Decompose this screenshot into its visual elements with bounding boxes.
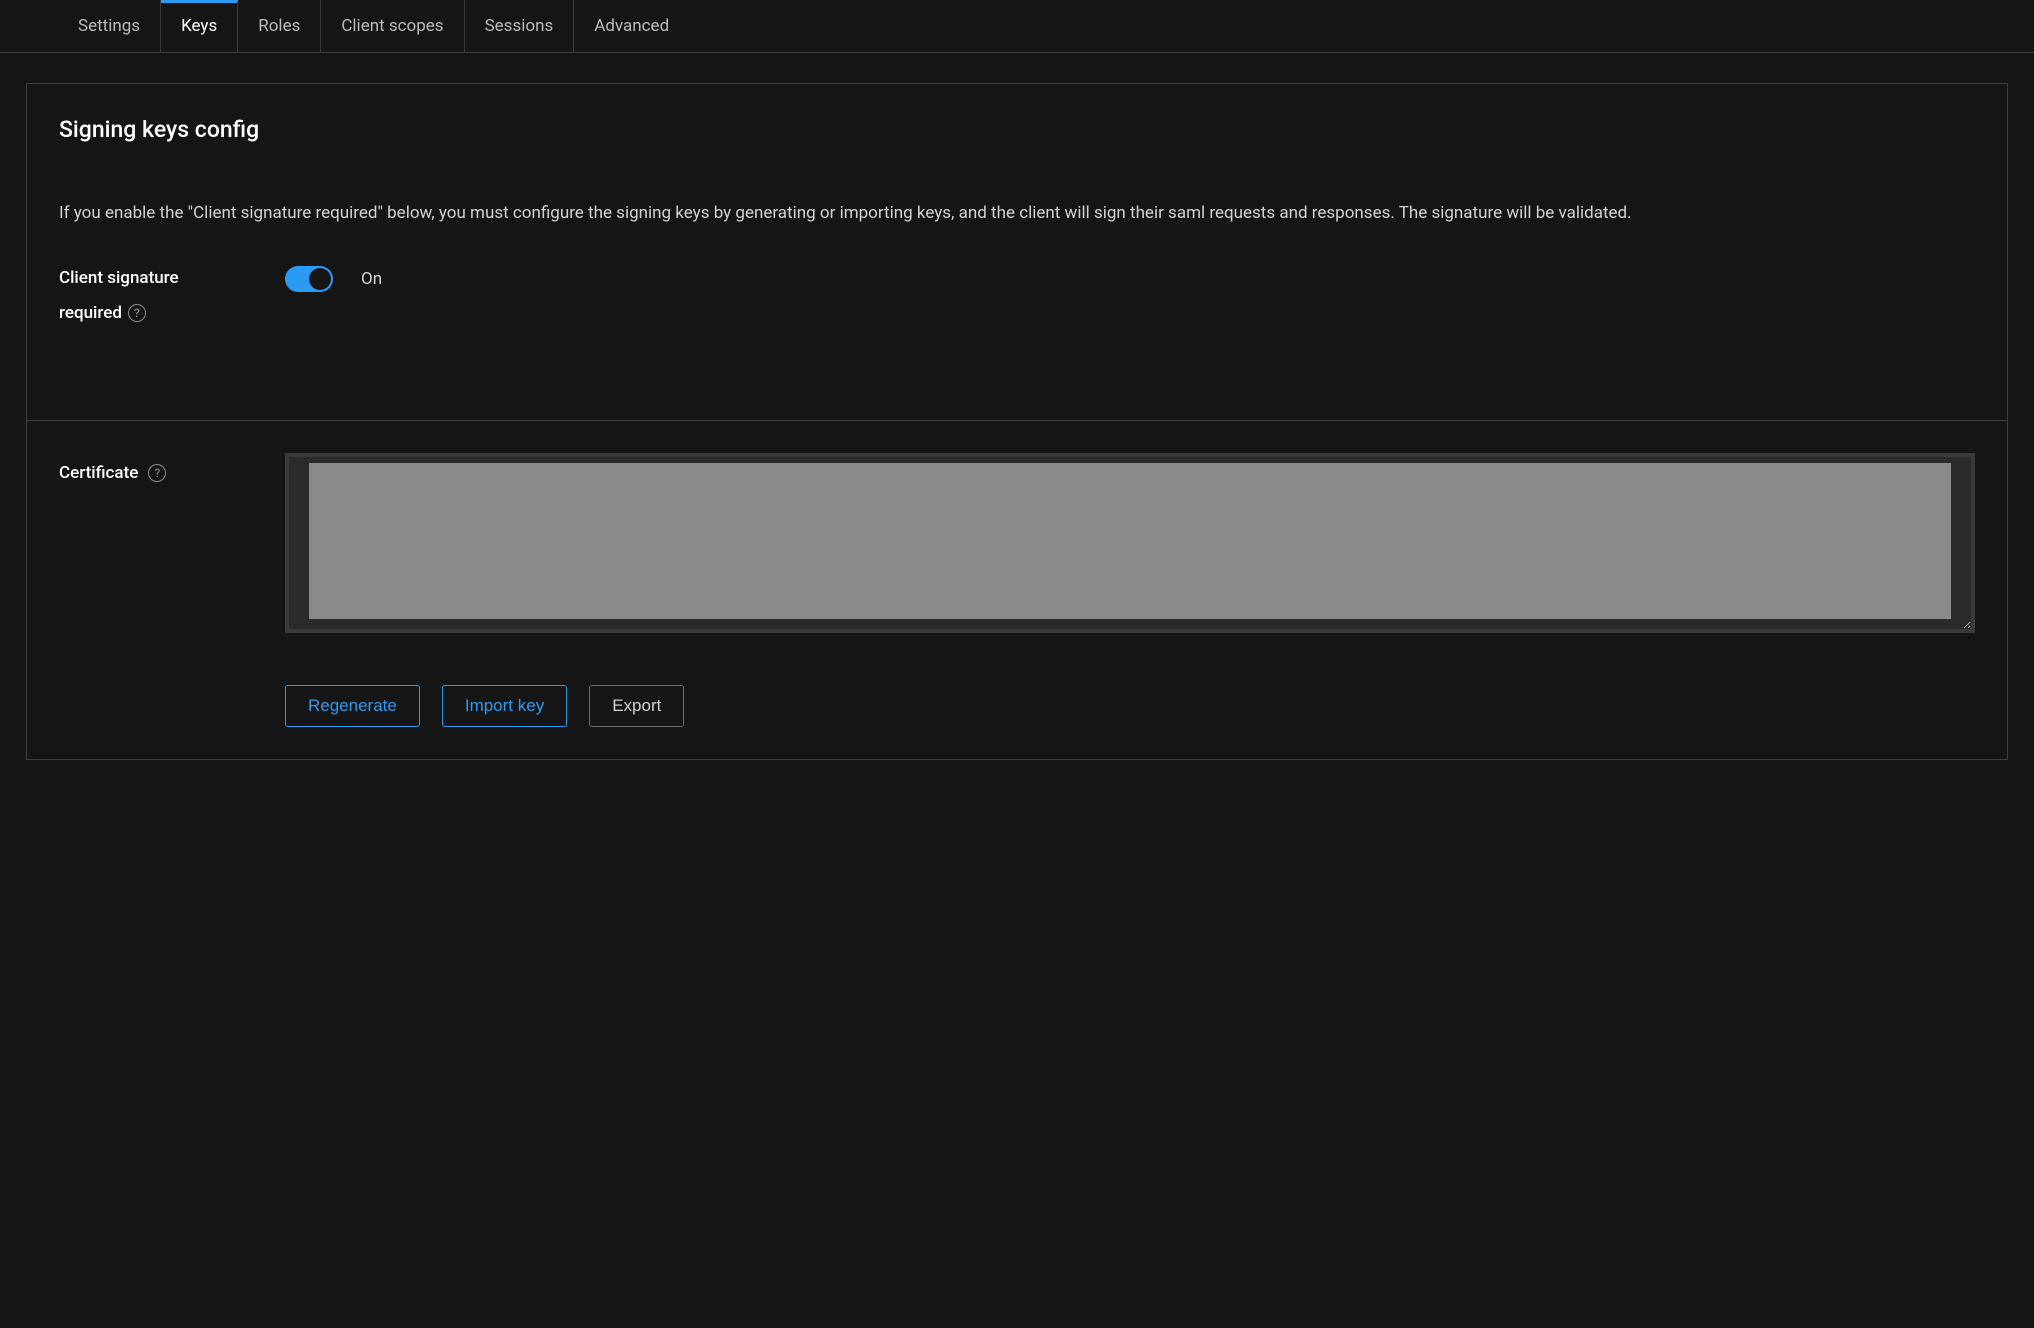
tabs-list: Settings Keys Roles Client scopes Sessio…: [0, 0, 2034, 53]
certificate-textarea[interactable]: [285, 453, 1975, 633]
client-signature-label-line2: required: [59, 299, 122, 328]
content-wrapper: Signing keys config If you enable the "C…: [26, 83, 2008, 760]
certificate-section: Certificate ? Regenerate Import key Expo…: [27, 421, 2007, 759]
help-icon[interactable]: ?: [148, 464, 166, 482]
client-signature-label-line1: Client signature: [59, 264, 249, 293]
certificate-textarea-wrapper: [285, 453, 1975, 637]
tab-advanced[interactable]: Advanced: [574, 0, 689, 52]
certificate-label: Certificate: [59, 463, 138, 483]
toggle-knob: [309, 268, 331, 290]
certificate-label-wrapper: Certificate ?: [59, 453, 249, 483]
client-signature-toggle[interactable]: [285, 266, 333, 292]
tab-settings[interactable]: Settings: [58, 0, 161, 52]
export-button[interactable]: Export: [589, 685, 684, 727]
client-signature-label: Client signature required ?: [59, 264, 249, 328]
signing-keys-section: Signing keys config If you enable the "C…: [26, 83, 2008, 760]
signing-keys-title: Signing keys config: [59, 116, 1975, 143]
import-key-button[interactable]: Import key: [442, 685, 567, 727]
certificate-row: Certificate ?: [59, 453, 1975, 637]
client-signature-toggle-state: On: [361, 269, 382, 289]
help-icon[interactable]: ?: [128, 304, 146, 322]
tab-client-scopes[interactable]: Client scopes: [321, 0, 464, 52]
client-signature-row: Client signature required ? On: [59, 264, 1975, 328]
tab-keys[interactable]: Keys: [161, 0, 238, 52]
tab-sessions[interactable]: Sessions: [465, 0, 575, 52]
certificate-actions: Regenerate Import key Export: [285, 685, 1975, 727]
client-signature-toggle-wrapper: On: [285, 264, 382, 292]
signing-keys-description: If you enable the "Client signature requ…: [59, 199, 1975, 228]
signing-keys-top: Signing keys config If you enable the "C…: [27, 84, 2007, 421]
tab-roles[interactable]: Roles: [238, 0, 321, 52]
regenerate-button[interactable]: Regenerate: [285, 685, 420, 727]
